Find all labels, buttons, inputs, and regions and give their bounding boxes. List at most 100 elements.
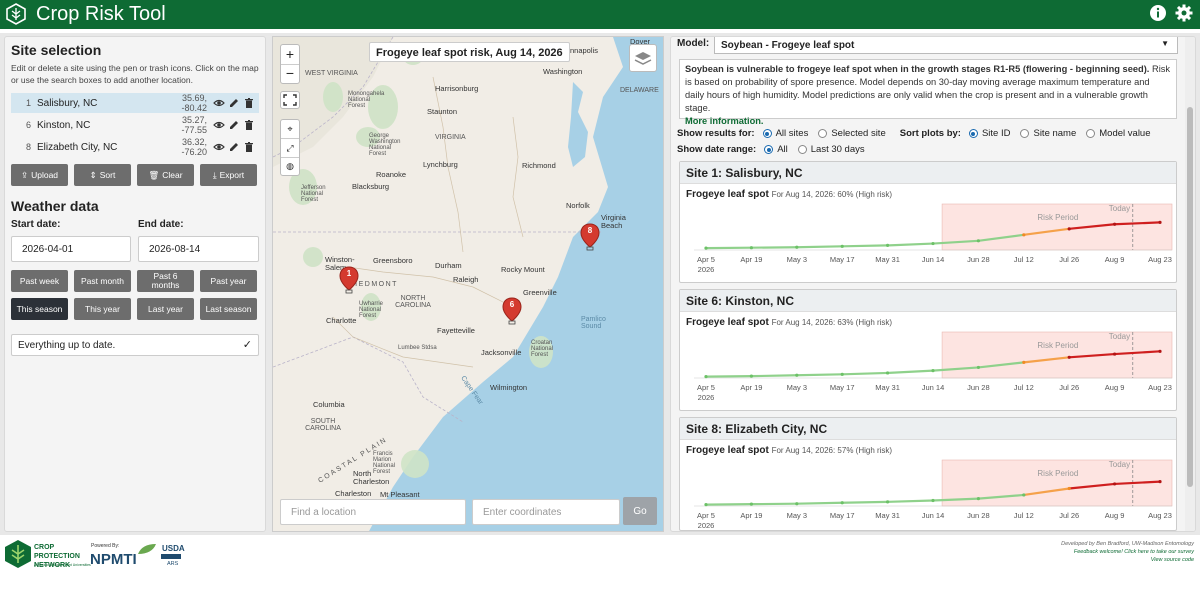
- eye-icon[interactable]: [213, 119, 225, 131]
- site-row[interactable]: 6 Kinston, NC 35.27, -77.55: [11, 115, 259, 135]
- map-label: Jacksonville: [481, 348, 522, 357]
- zoom-out-button[interactable]: −: [281, 65, 299, 84]
- site-selection-description: Edit or delete a site using the pen or t…: [11, 63, 259, 85]
- trash-icon[interactable]: [243, 141, 255, 153]
- fullscreen-button[interactable]: [280, 91, 300, 109]
- map-label: North Charleston: [353, 469, 390, 486]
- site-pin[interactable]: 1: [339, 266, 359, 294]
- site-pin[interactable]: 8: [580, 223, 600, 251]
- risk-line-segment: [886, 499, 935, 503]
- pencil-icon[interactable]: [228, 97, 240, 109]
- map-label: Blacksburg: [352, 182, 390, 191]
- map-label: Wilmington: [490, 383, 528, 392]
- info-icon[interactable]: [1149, 4, 1167, 22]
- x-year-label: 2026: [698, 521, 715, 530]
- eye-icon[interactable]: [213, 97, 225, 109]
- this-year-button[interactable]: This year: [74, 298, 131, 320]
- risk-period-band: [941, 331, 1173, 379]
- pin-label: 6: [509, 300, 515, 309]
- site-id: 6: [25, 120, 31, 130]
- risk-point: [840, 244, 844, 248]
- eye-icon[interactable]: [213, 141, 225, 153]
- radio-site-name[interactable]: [1020, 129, 1030, 138]
- scrollbar-thumb[interactable]: [1187, 107, 1193, 487]
- radio-selected-site[interactable]: [818, 129, 828, 138]
- radio-all-sites[interactable]: [762, 129, 772, 138]
- source-link[interactable]: View source code: [1061, 556, 1194, 564]
- map-panel[interactable]: WEST VIRGINIA Washington Annapolis Dover…: [272, 36, 664, 532]
- past-week-button[interactable]: Past week: [11, 270, 68, 292]
- risk-line-segment: [886, 369, 935, 375]
- past-6-months-button[interactable]: Past 6 months: [137, 270, 194, 292]
- map-label: Greenville: [523, 288, 557, 297]
- x-tick-label: Jun 14: [922, 383, 945, 392]
- zoom-in-button[interactable]: +: [281, 45, 299, 65]
- radio-model-value[interactable]: [1086, 129, 1096, 138]
- start-date-input[interactable]: 2026-04-01: [11, 236, 131, 262]
- radio-label: Site ID: [981, 128, 1011, 139]
- risk-point: [1067, 486, 1071, 491]
- usda-logo: USDA: [162, 544, 185, 553]
- locate-icon[interactable]: ⌖: [281, 120, 299, 139]
- risk-point: [1158, 349, 1162, 353]
- map-base: [273, 37, 623, 531]
- map-label: Rocky Mount: [501, 265, 545, 274]
- map-label: Richmond: [522, 161, 556, 170]
- clear-button[interactable]: 🗑 Clear: [137, 164, 194, 186]
- risk-chart: Risk Period Today Apr 5 Apr 19 May 3 May 17 Ma…: [694, 203, 1173, 274]
- site-coords: 36.32, -76.20: [181, 137, 207, 157]
- end-date-input[interactable]: 2026-08-14: [138, 236, 259, 262]
- scrollbar[interactable]: [1185, 37, 1195, 531]
- map-label: George Washington National Forest: [369, 133, 401, 157]
- pencil-icon[interactable]: [228, 119, 240, 131]
- x-tick-label: May 31: [875, 383, 900, 392]
- map-label: Charleston: [335, 489, 372, 498]
- radio-site-id[interactable]: [968, 129, 978, 138]
- radio-label: Last 30 days: [810, 144, 865, 155]
- model-name: Frogeye leaf spot: [686, 317, 769, 328]
- globe-icon[interactable]: ◍: [281, 158, 299, 175]
- trash-icon: 🗑: [148, 169, 160, 180]
- radio-last-30-days[interactable]: [797, 145, 807, 154]
- risk-point: [795, 245, 799, 249]
- trash-icon[interactable]: [243, 119, 255, 131]
- map-label: Monongahela National Forest: [348, 91, 385, 109]
- last-year-button[interactable]: Last year: [137, 298, 194, 320]
- go-button[interactable]: Go: [623, 497, 657, 525]
- risk-period-label: Risk Period: [1037, 469, 1078, 478]
- options-row: Show results for: All sites Selected sit…: [677, 128, 1151, 139]
- expand-icon[interactable]: ⤢: [281, 139, 299, 158]
- pencil-icon[interactable]: [228, 141, 240, 153]
- last-season-button[interactable]: Last season: [200, 298, 257, 320]
- footer: CROP PROTECTION NETWORK A Product of Lan…: [0, 535, 1200, 590]
- pin-label: 1: [346, 269, 352, 278]
- site-row[interactable]: 8 Elizabeth City, NC 36.32, -76.20: [11, 137, 259, 157]
- trash-icon[interactable]: [243, 97, 255, 109]
- radio-all-dates[interactable]: [764, 145, 774, 154]
- layers-button[interactable]: [629, 44, 657, 72]
- card-title: Site 8: Elizabeth City, NC: [680, 418, 1176, 440]
- risk-line-segment: [795, 501, 844, 505]
- past-year-button[interactable]: Past year: [200, 270, 257, 292]
- past-month-button[interactable]: Past month: [74, 270, 131, 292]
- location-search-input[interactable]: Find a location: [280, 499, 466, 525]
- map-label: Greensboro: [373, 256, 413, 265]
- gear-icon[interactable]: [1175, 4, 1193, 22]
- map-label: Durham: [435, 261, 462, 270]
- site-pin[interactable]: 6: [502, 297, 522, 325]
- more-info-link[interactable]: More information.: [685, 116, 764, 126]
- sort-button[interactable]: ⇕ Sort: [74, 164, 131, 186]
- x-tick-label: Jul 26: [1059, 383, 1079, 392]
- risk-line-segment: [795, 245, 844, 249]
- credit-text: Developed by Ben Bradford, UW-Madison En…: [1061, 541, 1194, 547]
- this-season-button[interactable]: This season: [11, 298, 68, 320]
- export-button[interactable]: ⤓ Export: [200, 164, 257, 186]
- risk-point: [886, 243, 890, 247]
- coordinates-input[interactable]: Enter coordinates: [472, 499, 620, 525]
- sort-label: Sort: [99, 170, 116, 180]
- x-tick-label: May 17: [830, 511, 855, 520]
- upload-button[interactable]: ⇪ Upload: [11, 164, 68, 186]
- model-select[interactable]: Soybean - Frogeye leaf spot ▼: [714, 37, 1178, 54]
- feedback-link[interactable]: Feedback welcome! Click here to take our…: [1061, 548, 1194, 556]
- site-row[interactable]: 1 Salisbury, NC 35.69, -80.42: [11, 93, 259, 113]
